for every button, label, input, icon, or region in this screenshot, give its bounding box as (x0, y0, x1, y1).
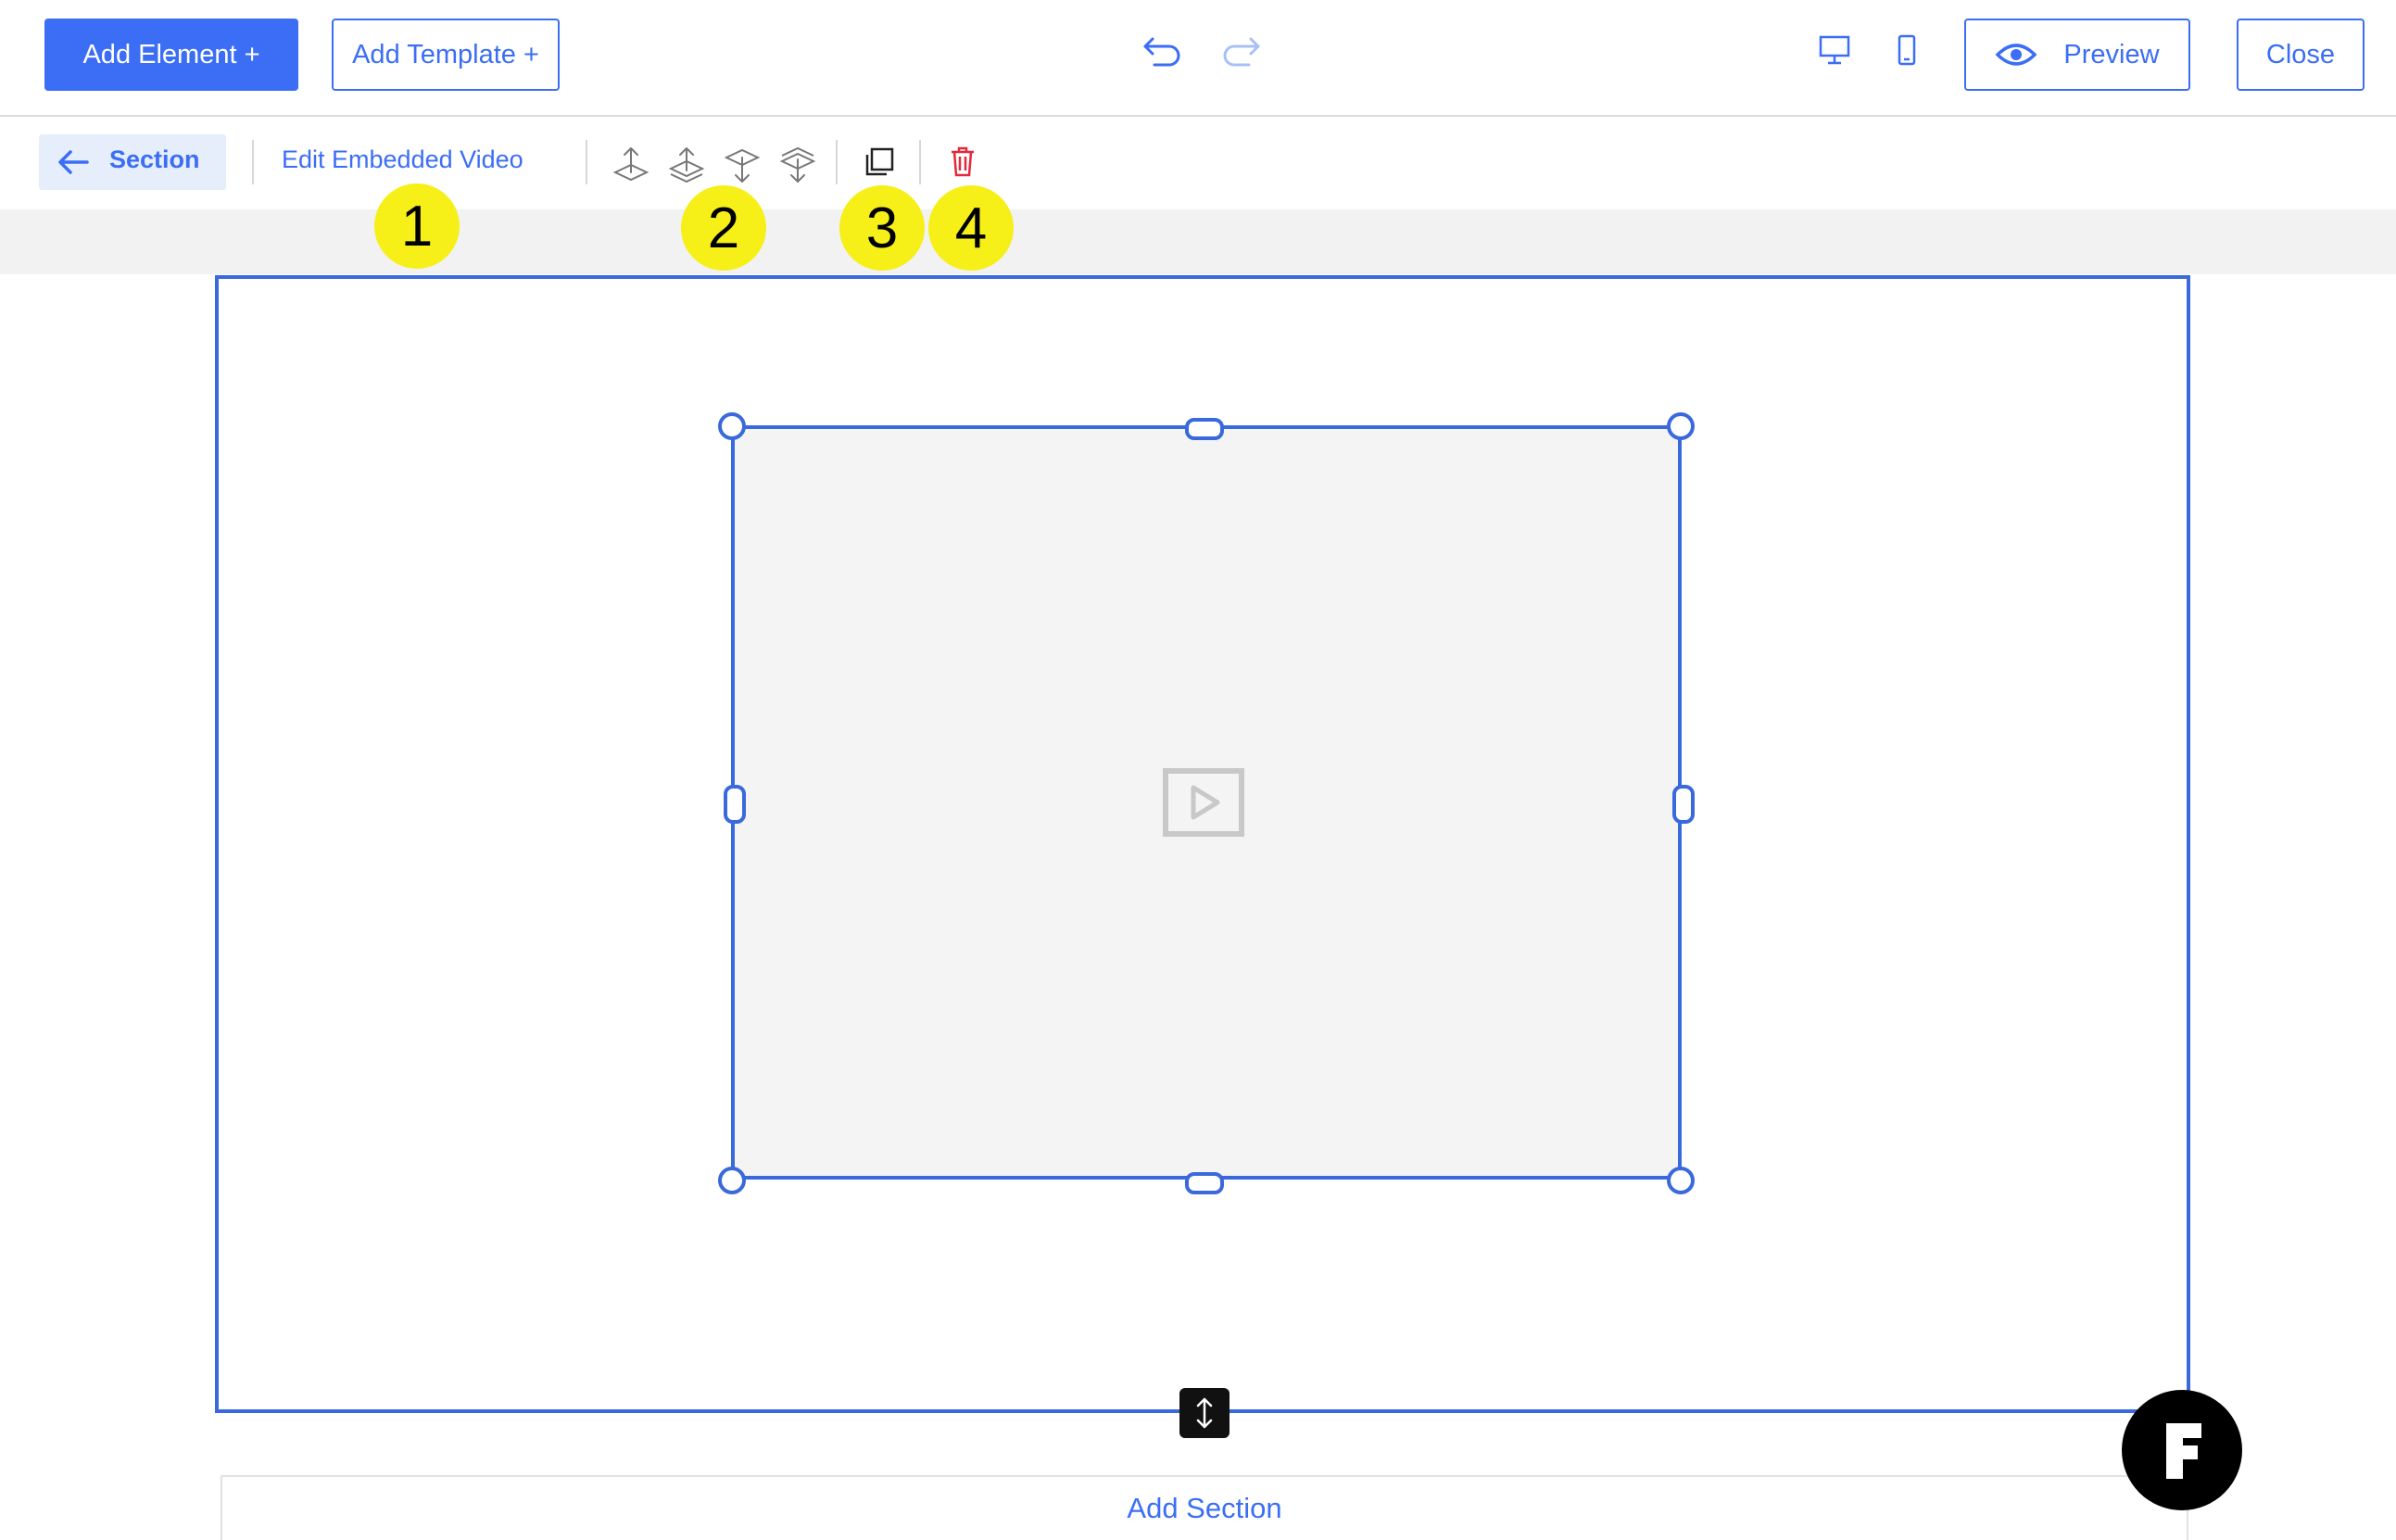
preview-button[interactable]: Preview (1964, 19, 2190, 91)
add-element-label: Add Element + (82, 39, 260, 69)
resize-handle-top-right[interactable] (1667, 412, 1695, 440)
add-section-label: Add Section (1127, 1492, 1282, 1524)
duplicate-icon[interactable] (864, 146, 895, 178)
resize-handle-left[interactable] (724, 785, 746, 824)
f-logo-icon (2166, 1423, 2201, 1479)
resize-handle-bottom[interactable] (1185, 1172, 1224, 1194)
add-element-button[interactable]: Add Element + (44, 19, 298, 91)
section-height-handle[interactable] (1179, 1388, 1230, 1438)
divider (919, 140, 921, 184)
bring-to-front-icon[interactable] (667, 145, 706, 185)
resize-handle-top-left[interactable] (718, 412, 746, 440)
bring-forward-icon[interactable] (612, 145, 650, 185)
eye-icon (1995, 44, 2037, 66)
desktop-icon[interactable] (1818, 33, 1851, 67)
close-label: Close (2265, 39, 2336, 69)
vertical-resize-icon (1196, 1397, 1213, 1429)
send-backward-icon[interactable] (723, 145, 762, 185)
close-button[interactable]: Close (2237, 19, 2364, 91)
add-template-label: Add Template + (352, 39, 539, 69)
redo-icon[interactable] (1219, 33, 1262, 70)
video-play-icon (1163, 768, 1244, 837)
edit-embedded-video-link[interactable]: Edit Embedded Video (282, 145, 523, 174)
annotation-marker: 4 (928, 185, 1014, 271)
app-logo-badge[interactable] (2122, 1390, 2242, 1510)
annotation-marker: 3 (839, 185, 925, 271)
annotation-marker: 2 (681, 185, 766, 271)
annotation-marker: 1 (374, 183, 460, 269)
resize-handle-bottom-left[interactable] (718, 1167, 746, 1194)
resize-handle-top[interactable] (1185, 418, 1224, 440)
mobile-icon[interactable] (1896, 33, 1918, 67)
resize-handle-bottom-right[interactable] (1667, 1167, 1695, 1194)
resize-handle-right[interactable] (1672, 785, 1695, 824)
preview-label: Preview (2063, 39, 2160, 69)
send-to-back-icon[interactable] (778, 145, 817, 185)
arrow-left-icon (58, 150, 89, 174)
divider (252, 140, 254, 184)
canvas-top-strip (0, 209, 2396, 274)
trash-icon[interactable] (949, 145, 977, 178)
undo-icon[interactable] (1141, 33, 1184, 70)
divider (586, 140, 587, 184)
divider (836, 140, 838, 184)
add-template-button[interactable]: Add Template + (332, 19, 560, 91)
section-label: Section (109, 145, 200, 173)
